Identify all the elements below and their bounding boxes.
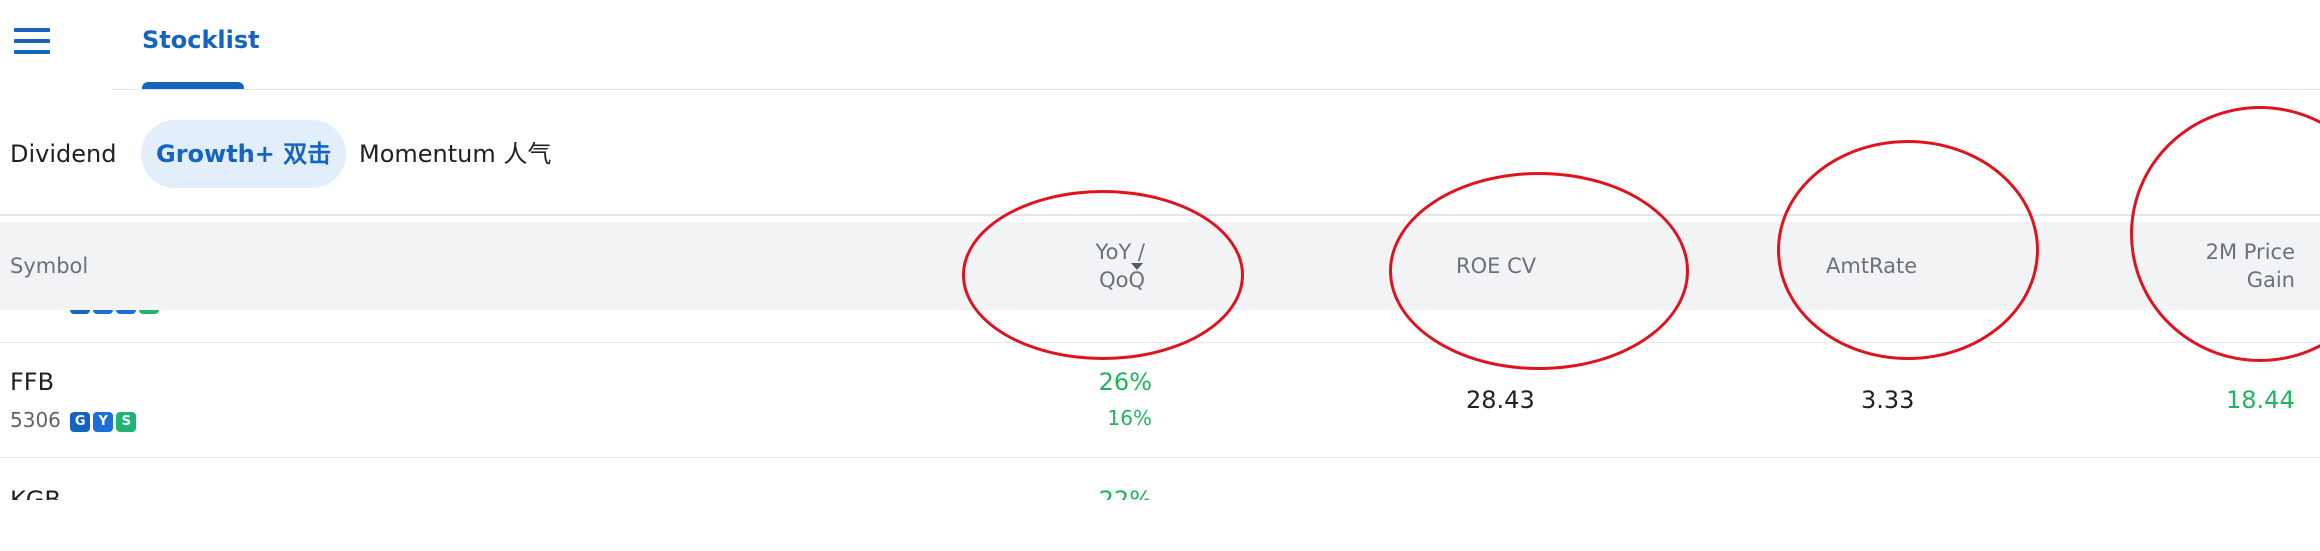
chip-dividend[interactable]: Dividend (10, 120, 116, 188)
table-body: 7233 GYYS 37% FFB 5306 GYS 26% 16% 28.43… (0, 300, 2320, 500)
column-header-roe-cv[interactable]: ROE CV (1456, 252, 1536, 280)
roe-cv-value: 28.43 (1466, 386, 1535, 414)
column-header-amtrate[interactable]: AmtRate (1826, 252, 1917, 280)
yoy-value: 26% (1098, 368, 1152, 396)
badge-g: G (70, 412, 91, 432)
table-row[interactable]: FFB 5306 GYS 26% 16% 28.43 3.33 18.44 (0, 368, 2320, 444)
column-header-qoq-label: QoQ (1099, 268, 1145, 292)
menu-button[interactable] (14, 28, 50, 56)
row-divider (0, 457, 2320, 458)
row-divider (0, 342, 2320, 343)
column-header-2m-price-gain[interactable]: 2M Price Gain (2180, 238, 2295, 294)
table-header: Symbol YoY / QoQ ROE CV AmtRate 2M Price… (0, 222, 2320, 310)
tab-stocklist-label: Stocklist (142, 26, 260, 54)
stock-code: 5306 GYS (10, 408, 137, 432)
badge-s: S (116, 412, 137, 432)
stock-name: KGB (10, 486, 61, 500)
amtrate-value: 3.33 (1861, 386, 1915, 414)
yoy-value: 22% (1098, 486, 1152, 500)
stock-name: FFB (10, 368, 55, 396)
badge-y: Y (93, 412, 114, 432)
column-header-gain-line1: 2M Price (2205, 240, 2295, 264)
qoq-value: 16% (1107, 406, 1152, 430)
tabs-divider (112, 89, 2320, 90)
sort-descending-icon[interactable] (1131, 263, 1143, 270)
section-divider (0, 214, 2320, 216)
chip-momentum[interactable]: Momentum 人气 (359, 120, 551, 188)
column-header-yoy-label: YoY / (1095, 240, 1145, 264)
column-header-gain-line2: Gain (2246, 268, 2295, 292)
hamburger-menu-icon (14, 28, 50, 32)
chip-growth[interactable]: Growth+ 双击 (141, 120, 347, 188)
table-row[interactable]: KGB 22% (0, 486, 2320, 500)
price-gain-value: 18.44 (2226, 386, 2295, 414)
column-header-symbol[interactable]: Symbol (10, 252, 88, 280)
